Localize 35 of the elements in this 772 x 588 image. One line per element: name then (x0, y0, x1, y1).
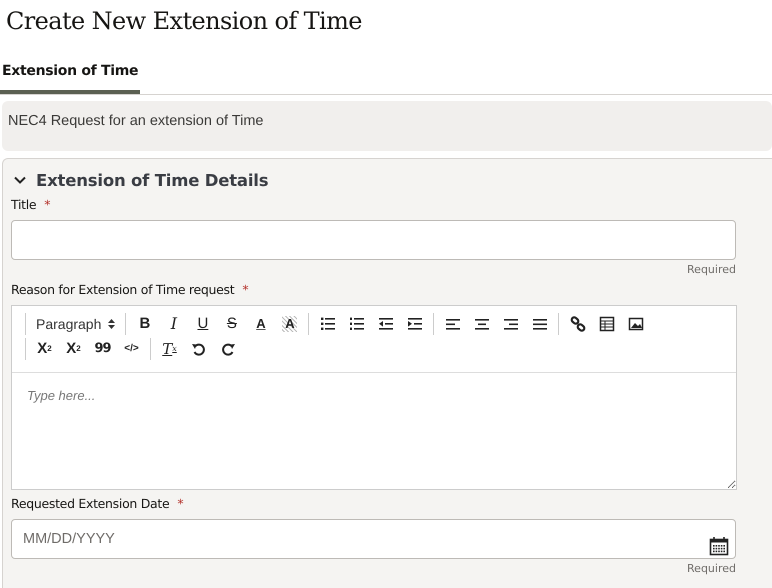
description-text: NEC4 Request for an extension of Time (8, 113, 264, 129)
field-label: Reason for Extension of Time request (11, 282, 234, 297)
redo-icon[interactable] (220, 340, 236, 356)
link-icon[interactable] (570, 316, 586, 332)
code-button[interactable]: </> (117, 336, 146, 360)
sup-button[interactable]: X$^{2}$ (59, 336, 88, 360)
image-icon[interactable] (628, 316, 644, 332)
required-mark: * (242, 282, 249, 297)
title-field[interactable] (11, 220, 736, 260)
paragraph-format-select[interactable]: Paragraph (30, 312, 122, 336)
required-hint: Required (686, 562, 736, 575)
required-mark: * (44, 197, 51, 212)
underline-button[interactable]: U (188, 312, 218, 336)
outdent-icon[interactable] (378, 316, 394, 332)
page-title: Create New Extension of Time (5, 6, 363, 37)
section-title: Extension of Time Details (36, 170, 268, 190)
field-label: Requested Extension Date (11, 496, 170, 511)
indent-icon[interactable] (406, 316, 423, 332)
italic-button[interactable]: I (159, 312, 188, 336)
quote-button[interactable]: 99 (88, 336, 117, 360)
field-label: Title (11, 197, 36, 212)
bullets-icon[interactable] (320, 316, 336, 332)
required-hint: Required (686, 263, 736, 276)
date-field[interactable]: MM/DD/YYYY (11, 519, 736, 559)
tab[interactable]: Extension of Time (0, 56, 140, 94)
color-button[interactable]: A (246, 312, 276, 336)
undo-icon[interactable] (190, 340, 206, 356)
table-icon[interactable] (598, 316, 615, 332)
bold-button[interactable]: B (130, 312, 160, 336)
chevron-down-icon[interactable] (14, 176, 26, 184)
required-mark: * (177, 496, 184, 511)
strike-button[interactable]: S (217, 312, 246, 336)
numbers-icon[interactable] (348, 316, 365, 332)
calendar-icon[interactable] (709, 536, 729, 556)
sort-arrows-icon (108, 318, 116, 328)
